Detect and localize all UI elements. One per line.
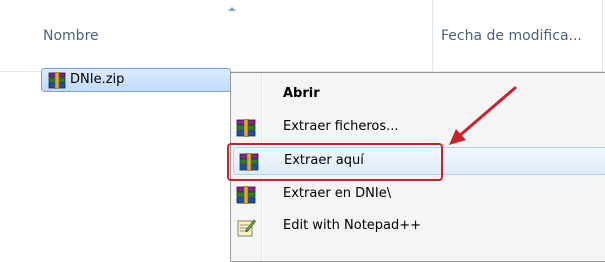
red-arrow-annotation [449, 86, 517, 145]
